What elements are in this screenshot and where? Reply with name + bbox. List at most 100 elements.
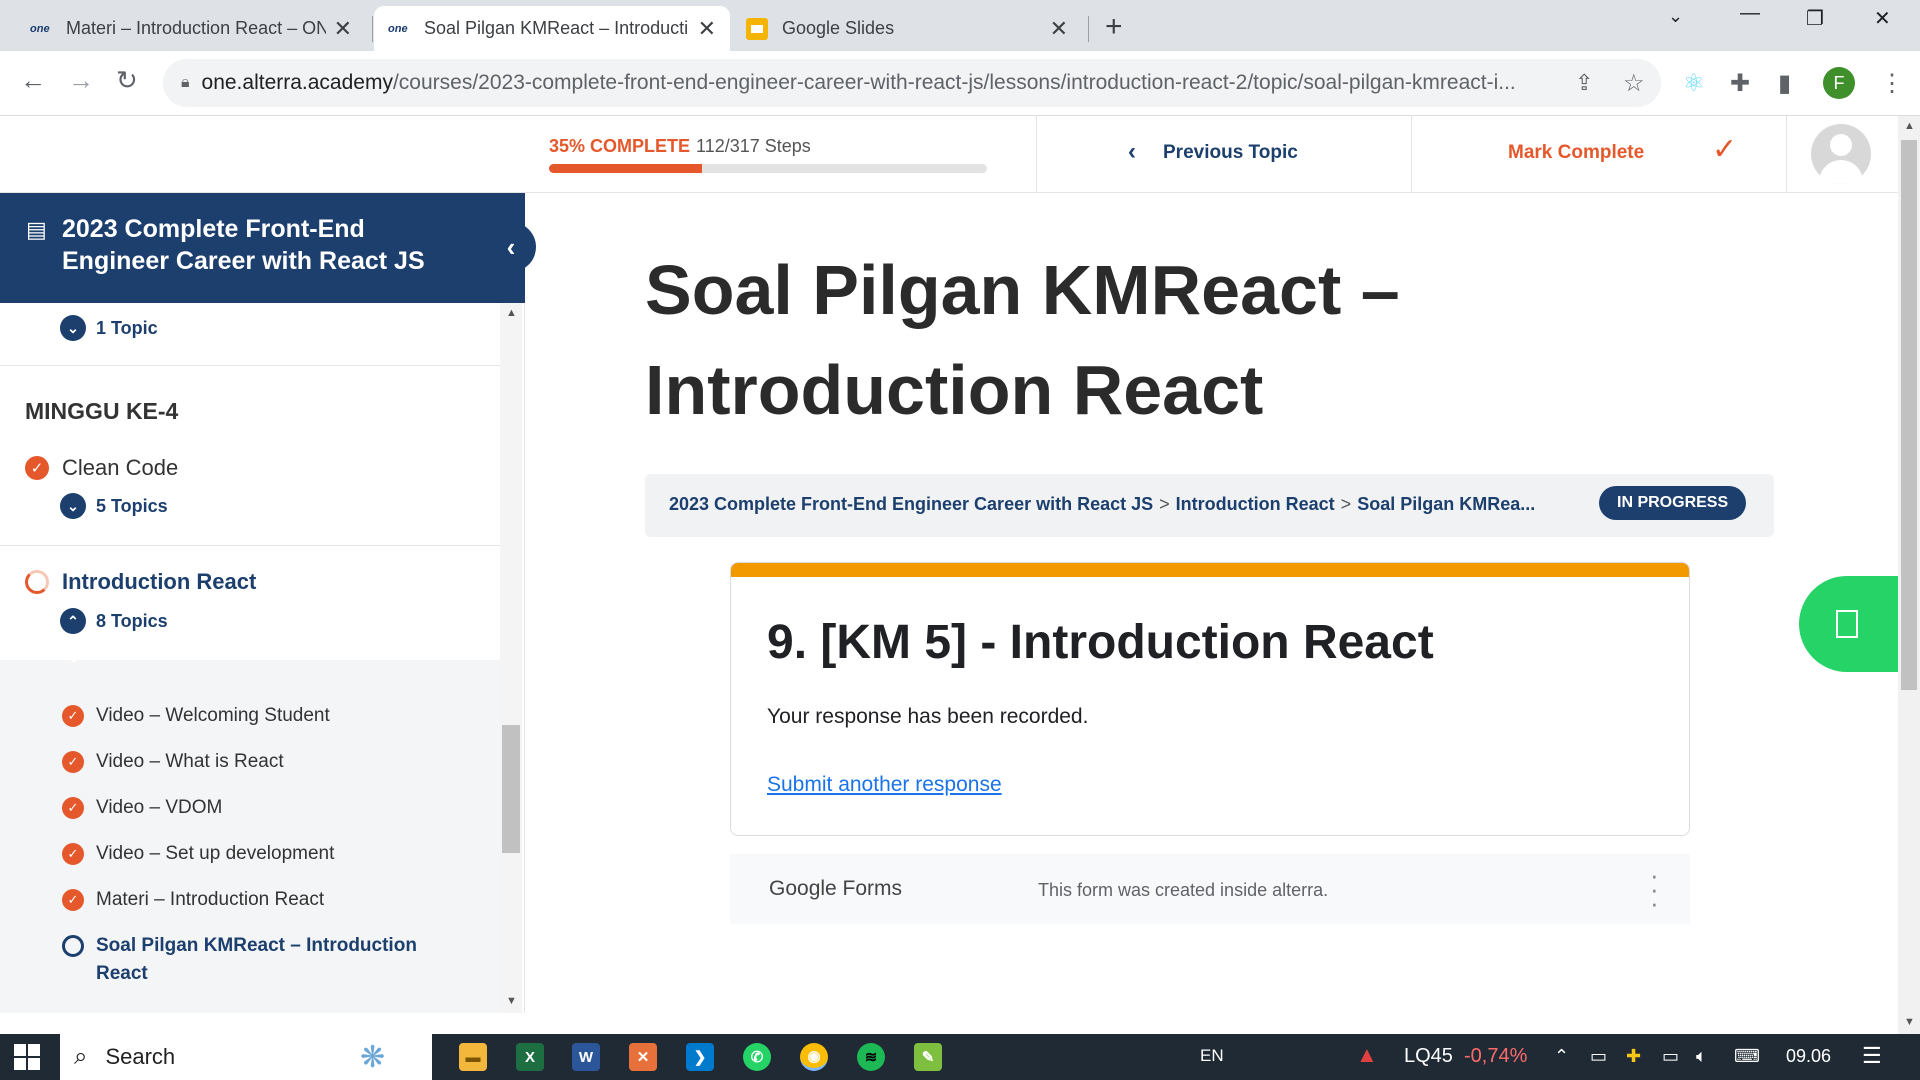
whatsapp-icon[interactable]: ✆ [743, 1043, 771, 1071]
menu-kebab-icon[interactable]: ⋮ [1880, 69, 1904, 98]
file-explorer-icon[interactable]: ▬ [459, 1043, 487, 1071]
close-window-icon[interactable]: ✕ [1874, 6, 1891, 31]
google-forms-logo[interactable]: Google Forms [769, 877, 902, 901]
share-icon[interactable]: ⇪ [1575, 70, 1593, 96]
bookmark-star-icon[interactable]: ☆ [1623, 69, 1645, 98]
form-origin-note: This form was created inside alterra. [1038, 880, 1329, 900]
tab-title: Materi – Introduction React – ON [66, 18, 326, 38]
url-host: one.alterra.academy [201, 71, 393, 94]
forward-icon[interactable]: → [68, 65, 94, 96]
minimize-icon[interactable]: — [1740, 2, 1760, 25]
course-sidebar: ⌄ 1 Topic MINGGU KE-4 ✓ Clean Code ⌄ 5 Topi… [0, 303, 525, 1013]
battery-icon[interactable]: ▭ [1662, 1046, 1679, 1067]
check-circle-icon: ✓ [62, 889, 84, 911]
collapse-topics-button[interactable]: ⌃ 8 Topics [60, 608, 168, 634]
topic-item[interactable]: ✓ Video – VDOM [62, 794, 222, 822]
open-circle-icon [62, 935, 84, 957]
breadcrumb-lesson[interactable]: Introduction React [1176, 494, 1335, 514]
google-form-card: 9. [KM 5] - Introduction React Your resp… [730, 562, 1690, 836]
check-icon[interactable]: ✓ [1712, 132, 1737, 167]
check-circle-icon: ✓ [62, 751, 84, 773]
previous-topic-button[interactable]: Previous Topic [1163, 142, 1298, 164]
lock-icon: 🔒︎ [181, 74, 190, 91]
chrome-icon[interactable]: ◉ [800, 1043, 828, 1071]
mark-complete-button[interactable]: Mark Complete [1508, 142, 1644, 164]
document-icon: ▤ [26, 217, 47, 242]
scroll-up-icon[interactable]: ▲ [1904, 120, 1915, 132]
paint-icon[interactable]: ✎ [914, 1043, 942, 1071]
scroll-up-icon[interactable]: ▲ [506, 307, 517, 319]
back-icon[interactable]: ← [20, 65, 46, 96]
scroll-down-icon[interactable]: ▼ [506, 995, 517, 1007]
spotify-icon[interactable]: ≋ [857, 1043, 885, 1071]
react-devtools-icon[interactable]: ⚛ [1683, 69, 1705, 98]
scroll-down-icon[interactable]: ▼ [1904, 1016, 1915, 1028]
page-scrollbar[interactable]: ▲ ▼ [1898, 116, 1920, 1034]
topic-item[interactable]: ✓ Video – Welcoming Student [62, 702, 330, 730]
tab-title: Google Slides [782, 18, 895, 38]
side-panel-icon[interactable]: ▮ [1778, 69, 1791, 98]
sidebar-scrollbar[interactable]: ▲ ▼ [500, 303, 522, 1013]
one-favicon-icon: one [30, 22, 50, 35]
breadcrumb-course[interactable]: 2023 Complete Front-End Engineer Career … [669, 494, 1153, 514]
security-shield-icon[interactable]: ✚ [1626, 1046, 1641, 1067]
reload-icon[interactable]: ↻ [116, 65, 138, 96]
lesson-clean-code[interactable]: ✓ Clean Code [25, 455, 178, 481]
keyboard-icon[interactable]: ⌨ [1734, 1046, 1760, 1067]
restore-icon[interactable]: ❐ [1806, 6, 1824, 31]
excel-icon[interactable]: X [516, 1043, 544, 1071]
vscode-icon[interactable]: ❯ [686, 1043, 714, 1071]
progress-label: 35% COMPLETE 112/317 Steps [549, 136, 811, 157]
more-options-icon[interactable]: · · · [1650, 862, 1659, 916]
profile-avatar[interactable]: F [1823, 67, 1855, 99]
one-favicon-icon: one [388, 22, 408, 35]
windows-start-icon[interactable] [14, 1044, 40, 1070]
course-title[interactable]: 2023 Complete Front-End Engineer Career … [62, 213, 462, 277]
tab-search-icon[interactable]: ⌄ [1668, 6, 1683, 27]
meet-now-icon[interactable]: ▭ [1590, 1046, 1607, 1067]
windows-taskbar: ⌕ Search ❋ ▬ X W ✕ ❯ ✆ ◉ ≋ ✎ EN ▲ LQ45 -0… [0, 1034, 1920, 1080]
close-icon[interactable]: ✕ [698, 16, 716, 42]
topic-item[interactable]: ✓ Video – What is React [62, 748, 284, 776]
topic-item[interactable]: ✓ Video – Set up development [62, 840, 334, 868]
breadcrumb-topic[interactable]: Soal Pilgan KMRea... [1357, 494, 1535, 514]
check-circle-icon: ✓ [25, 456, 49, 480]
lesson-topbar: 35% COMPLETE 112/317 Steps ‹ Previous Top… [0, 116, 1898, 193]
scrollbar-thumb[interactable] [502, 725, 520, 853]
word-icon[interactable]: W [572, 1043, 600, 1071]
clock-time[interactable]: 09.06 [1786, 1046, 1831, 1067]
language-indicator[interactable]: EN [1200, 1046, 1224, 1066]
new-tab-icon[interactable]: + [1105, 10, 1123, 44]
chevron-left-icon[interactable]: ‹ [1128, 138, 1136, 166]
google-slides-icon [746, 17, 768, 40]
close-icon[interactable]: ✕ [1050, 16, 1068, 42]
topic-item-current[interactable]: Soal Pilgan KMReact – Introduction React [62, 932, 442, 988]
chevron-down-icon: ⌄ [60, 493, 86, 519]
scrollbar-thumb[interactable] [1901, 140, 1917, 690]
progress-percent: 35% COMPLETE [549, 136, 691, 156]
expand-topics-button[interactable]: ⌄ 1 Topic [60, 315, 158, 341]
close-icon[interactable]: ✕ [334, 16, 352, 42]
check-circle-icon: ✓ [62, 797, 84, 819]
stock-name[interactable]: LQ45 [1404, 1045, 1453, 1068]
xampp-icon[interactable]: ✕ [629, 1043, 657, 1071]
extensions-icon[interactable]: ✚ [1730, 69, 1750, 98]
progress-bar [549, 164, 987, 173]
submit-another-response-link[interactable]: Submit another response [767, 773, 1002, 797]
chevron-up-icon[interactable]: ⌃ [1554, 1046, 1569, 1067]
form-confirmation: Your response has been recorded. [767, 705, 1089, 728]
chevron-up-icon: ⌃ [60, 608, 86, 634]
volume-icon[interactable]: 🔈︎ [1696, 1046, 1707, 1067]
topic-item[interactable]: ✓ Materi – Introduction React [62, 886, 324, 914]
browser-tab-google-slides[interactable]: Google Slides ✕ [732, 6, 1082, 51]
browser-tab-materi[interactable]: one Materi – Introduction React – ON ✕ [16, 6, 366, 51]
notifications-icon[interactable]: ☰ [1862, 1043, 1882, 1069]
lesson-introduction-react[interactable]: Introduction React [25, 569, 256, 595]
expand-topics-button[interactable]: ⌄ 5 Topics [60, 493, 168, 519]
collapse-sidebar-button[interactable]: ‹ [486, 222, 536, 272]
search-highlight-icon: ❋ [360, 1041, 386, 1074]
browser-tab-soal-pilgan[interactable]: one Soal Pilgan KMReact – Introducti ✕ [374, 6, 730, 51]
address-bar[interactable]: 🔒︎ one.alterra.academy/courses/2023-comp… [163, 59, 1661, 107]
user-avatar[interactable] [1811, 124, 1871, 184]
taskbar-search[interactable]: ⌕ Search ❋ [60, 1034, 432, 1080]
